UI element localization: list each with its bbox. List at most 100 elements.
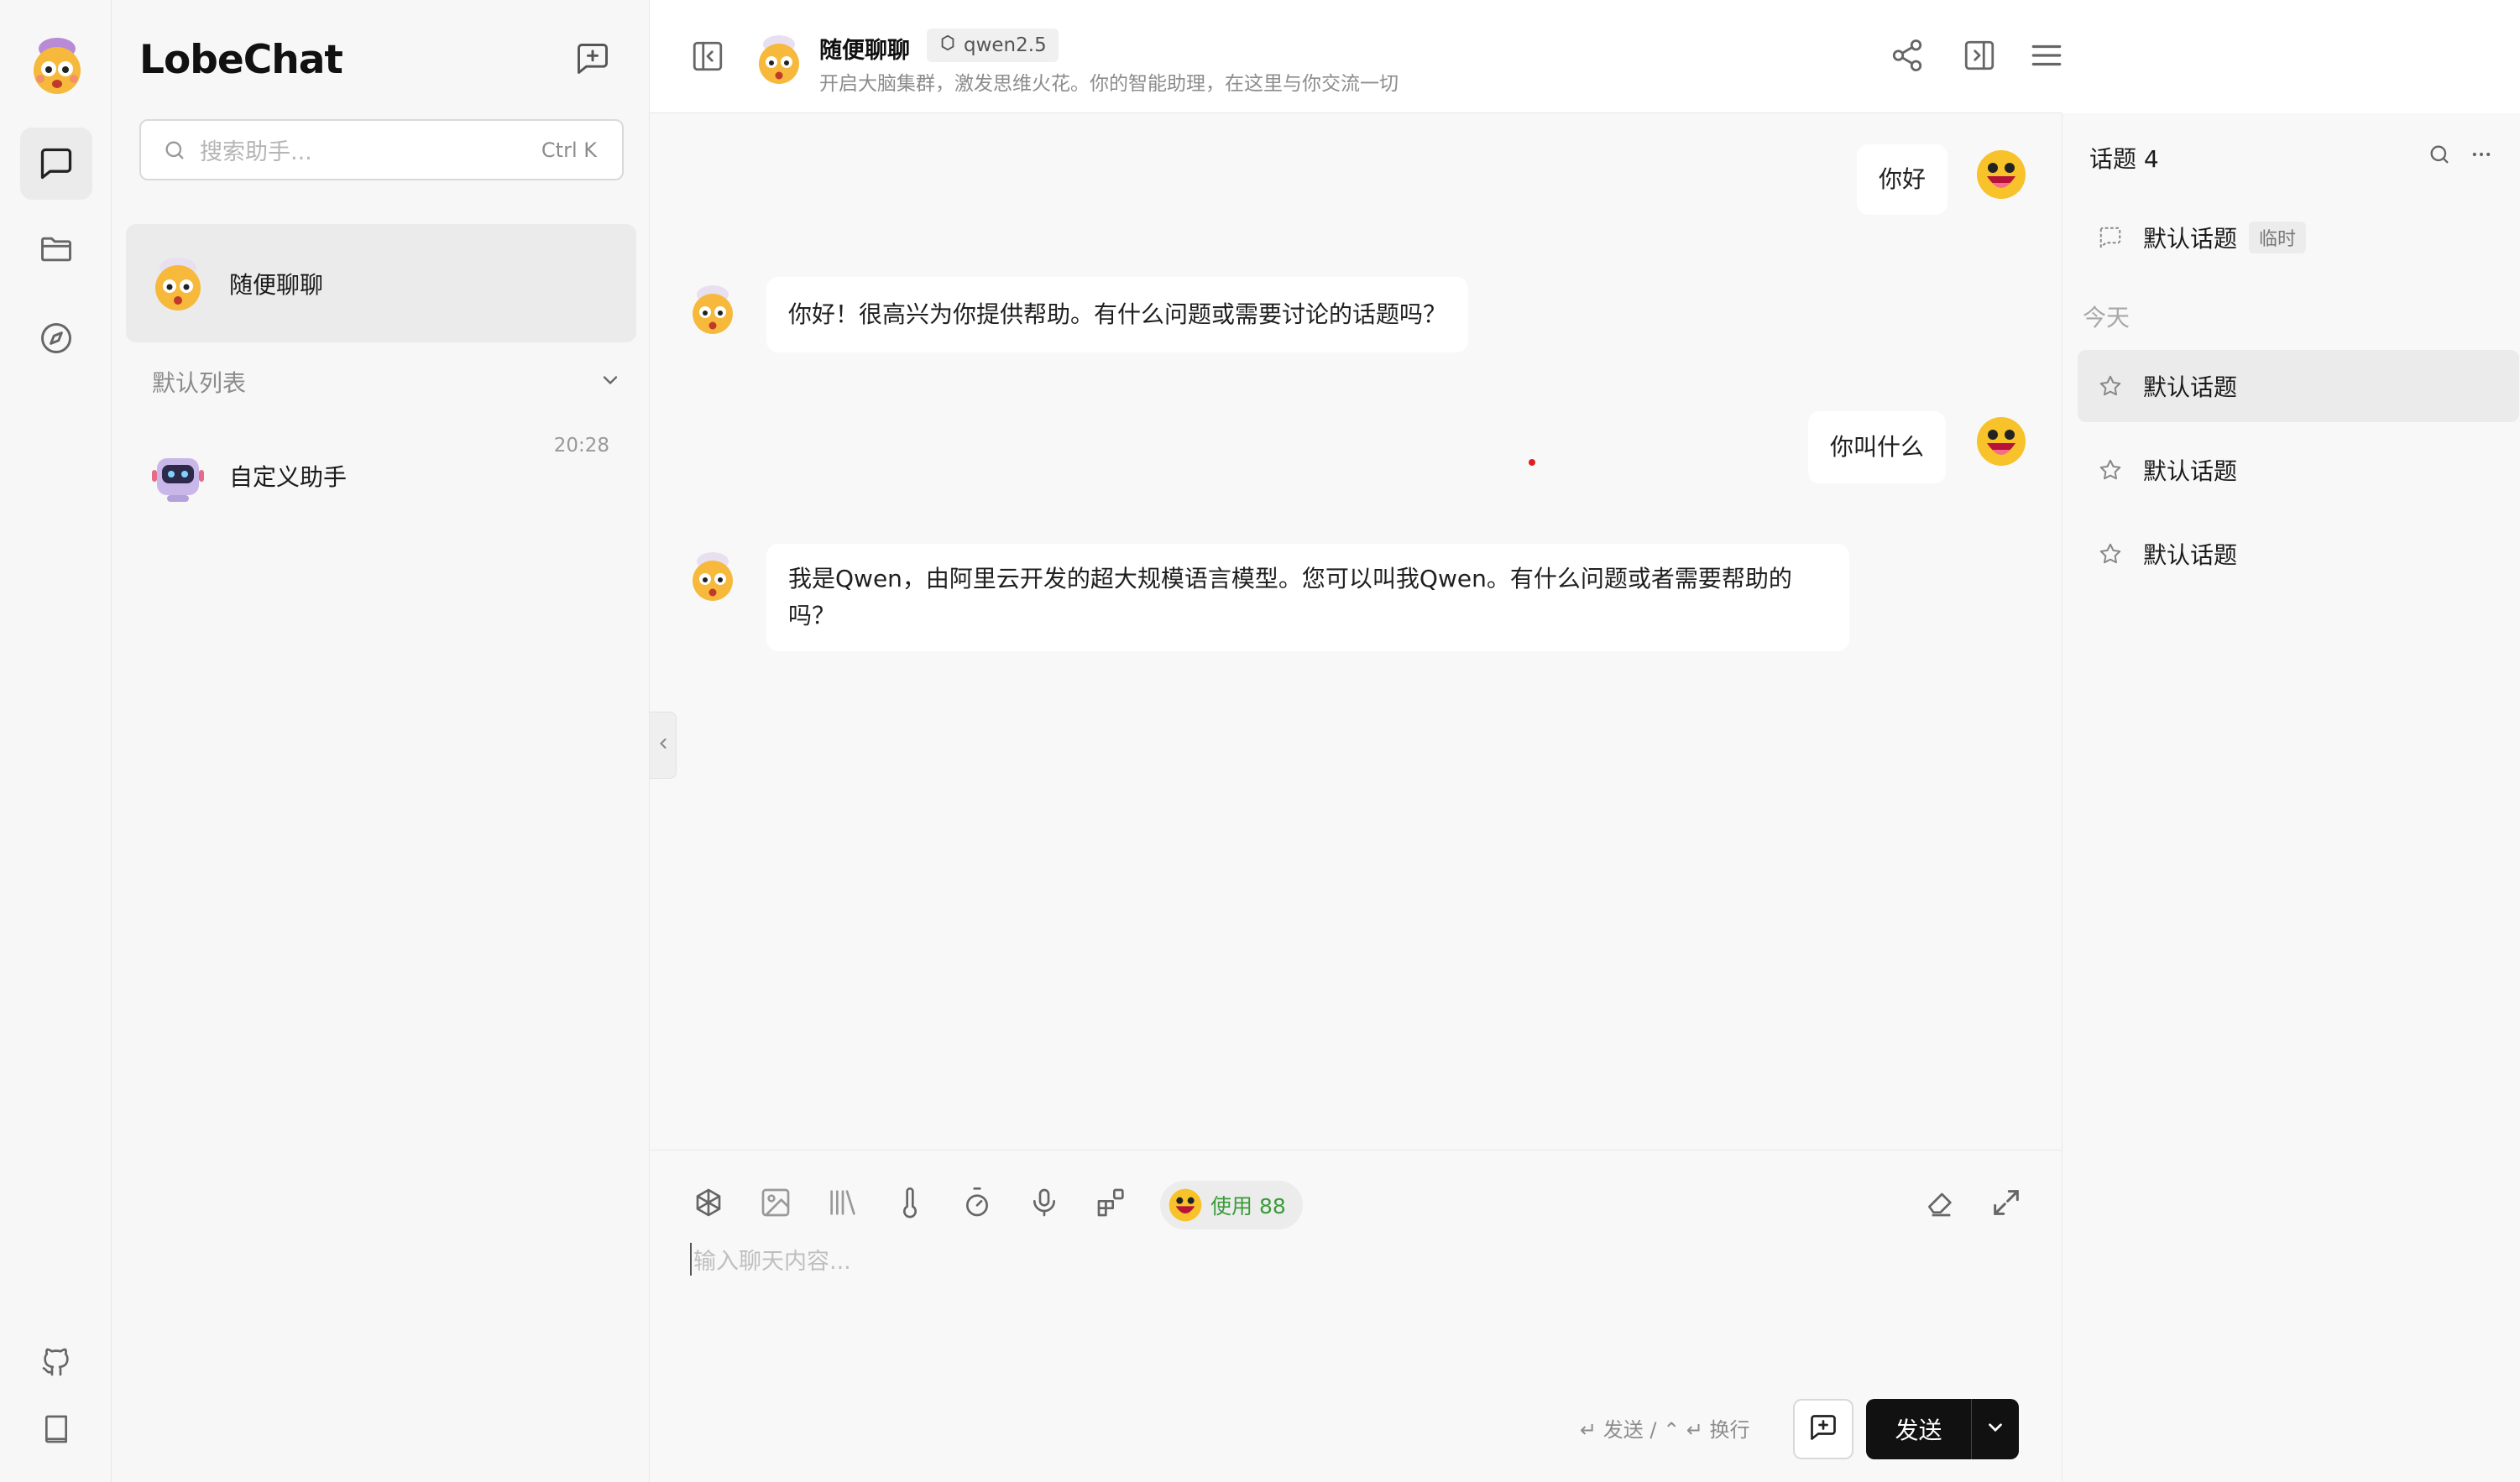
model-tag[interactable]: qwen2.5 [927,29,1059,62]
chat-icon [38,145,75,182]
search-icon [163,138,186,162]
topic-item[interactable]: 默认话题 [2078,350,2519,422]
token-usage-label: 使用 88 [1210,1194,1286,1218]
menu-icon [2029,38,2064,76]
star-icon[interactable] [2098,373,2123,399]
folder-icon [38,231,75,268]
topic-panel: 话题 4 默认话题 临时 今天 默认话题 默认话题 默认话题 [2062,113,2520,1482]
nav-rail [0,0,112,1482]
search-shortcut: Ctrl K [541,138,597,162]
share-icon [1890,38,1925,76]
session-title: 随便聊聊 [229,270,324,299]
nav-discover[interactable] [20,302,92,374]
smiley-icon [1169,1188,1202,1222]
github-link[interactable] [20,1326,92,1398]
topic-title: 默认话题 [2143,457,2238,485]
user-avatar-emoji [1976,149,2026,200]
keyboard-hint: ↵ 发送 / ⌃ ↵ 换行 [1580,1418,1750,1442]
model-icon [938,34,957,57]
message-user: 你好 [1857,144,1948,215]
more-horizontal-icon [2470,143,2493,170]
docs-link[interactable] [20,1393,92,1465]
compass-icon [38,320,75,357]
topic-more-button[interactable] [2469,144,2494,169]
microphone-icon [1027,1186,1061,1223]
brand-title: LobeChat [139,37,343,83]
blocks-icon [1095,1186,1128,1223]
message-bubble: 你好！很高兴为你提供帮助。有什么问题或需要讨论的话题吗？ [766,277,1469,352]
message-user: 你叫什么 [1808,411,1947,483]
chat-input[interactable]: 输入聊天内容... [690,1243,1529,1276]
github-icon [39,1345,73,1379]
assistant-avatar [149,254,207,313]
collapse-sidebar-handle[interactable] [650,712,677,779]
model-select-button[interactable] [687,1182,730,1226]
token-usage-badge[interactable]: 使用 88 [1160,1181,1303,1229]
toggle-sidebar-button[interactable] [690,39,725,77]
search-box[interactable]: 搜索助手... Ctrl K [139,119,624,180]
message-assistant: 我是Qwen，由阿里云开发的超大规模语言模型。您可以叫我Qwen。有什么问题或者… [766,544,1849,651]
send-button[interactable]: 发送 [1866,1399,1972,1459]
chat-description: 开启大脑集群，激发思维火花。你的智能助理，在这里与你交流一切 [819,73,1399,95]
new-topic-icon [1808,1412,1838,1446]
knowledge-base-button[interactable] [821,1182,865,1226]
panel-left-icon [690,41,725,77]
topic-title: 默认话题 [2143,373,2238,401]
message-bubble: 你叫什么 [1808,411,1947,483]
temperature-button[interactable] [888,1182,932,1226]
topic-search-button[interactable] [2427,144,2452,169]
topic-item[interactable]: 默认话题 [2078,518,2519,590]
nav-files[interactable] [20,213,92,285]
new-chat-icon [574,40,611,81]
star-icon[interactable] [2098,541,2123,566]
chat-composer: 使用 88 输入聊天内容... ↵ 发送 / ⌃ ↵ 换行 发送 [650,1150,2062,1482]
share-button[interactable] [1887,37,1927,77]
new-topic-button[interactable] [1793,1399,1853,1459]
menu-button[interactable] [2026,37,2067,77]
message-assistant: 你好！很高兴为你提供帮助。有什么问题或需要讨论的话题吗？ [766,277,1469,352]
voice-input-button[interactable] [1022,1182,1066,1226]
robot-avatar [149,446,207,505]
chevron-left-icon [655,735,672,755]
plugins-button[interactable] [1090,1182,1133,1226]
expand-icon [1989,1186,2023,1223]
clear-button[interactable] [1917,1182,1961,1226]
upload-image-button[interactable] [754,1182,797,1226]
message-bubble: 我是Qwen，由阿里云开发的超大规模语言模型。您可以叫我Qwen。有什么问题或者… [766,544,1849,651]
user-avatar-emoji [1976,416,2026,467]
eraser-icon [1922,1186,1956,1223]
chat-main: 随便聊聊 qwen2.5 开启大脑集群，激发思维火花。你的智能助理，在这里与你交… [650,0,2062,1482]
header-avatar [754,32,804,87]
topic-group-today: 今天 [2083,304,2130,331]
image-icon [759,1186,792,1223]
topic-title: 默认话题 [2143,541,2238,569]
library-icon [826,1186,860,1223]
send-options-button[interactable] [1972,1399,2019,1459]
expand-input-button[interactable] [1984,1182,2028,1226]
topic-title: 默认话题 [2143,225,2238,253]
cursor-marker [1529,459,1535,466]
search-input[interactable]: 搜索助手... [200,133,541,166]
toggle-topic-panel-button[interactable] [1959,37,2000,77]
session-time: 20:28 [553,435,609,457]
nav-chat[interactable] [20,128,92,200]
model-name: qwen2.5 [964,34,1047,56]
session-title: 自定义助手 [229,462,348,491]
star-icon[interactable] [2098,457,2123,483]
session-item-random-chat[interactable]: 随便聊聊 [126,224,636,342]
assistant-avatar [687,549,739,604]
history-count-button[interactable] [955,1182,999,1226]
topic-item[interactable]: 默认话题 [2078,434,2519,506]
session-item-custom-assistant[interactable]: 自定义助手 20:28 [126,416,636,535]
chat-title: 随便聊聊 [819,38,910,64]
user-avatar[interactable] [29,34,86,96]
session-group-header[interactable]: 默认列表 [152,363,622,401]
send-button-group: 发送 [1866,1399,2019,1459]
session-group-label: 默认列表 [152,369,247,397]
new-chat-button[interactable] [571,39,614,82]
timer-icon [960,1186,994,1223]
topic-item-current[interactable]: 默认话题 临时 [2078,201,2519,274]
chat-dashed-icon [2098,225,2123,250]
temporary-tag: 临时 [2249,222,2307,253]
panel-right-icon [1962,38,1997,76]
